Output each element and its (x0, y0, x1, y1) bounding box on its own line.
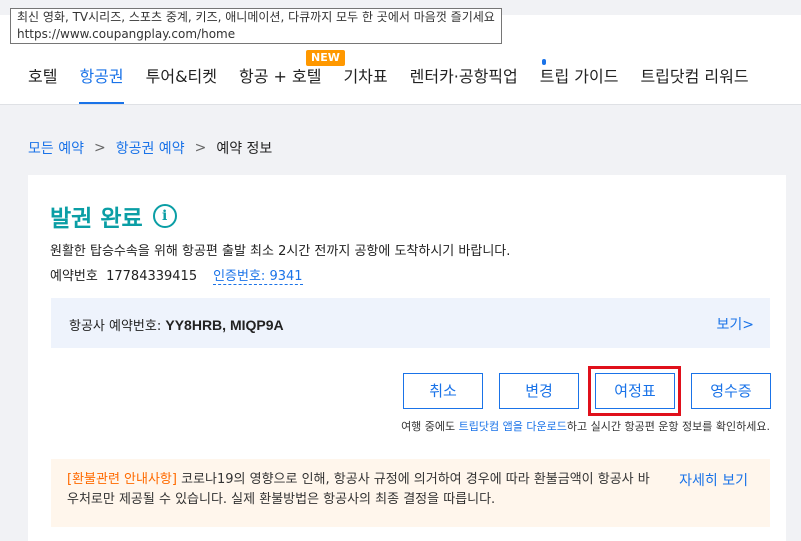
info-icon[interactable]: i (152, 204, 177, 228)
tooltip-description: 최신 영화, TV시리즈, 스포츠 중계, 키즈, 애니메이션, 다큐까지 모두… (17, 10, 495, 24)
nav-divider (0, 104, 801, 105)
booking-card: 발권 완료 i 원활한 탑승수속을 위해 항공편 출발 최소 2시간 전까지 공… (28, 175, 786, 541)
page: 최신 영화, TV시리즈, 스포츠 중계, 키즈, 애니메이션, 다큐까지 모두… (0, 0, 801, 541)
new-badge: NEW (306, 50, 345, 66)
highlight-box (588, 366, 681, 416)
airline-booking-codes: 항공사 예약번호: YY8HRB, MIQP9A (69, 317, 284, 334)
tooltip-url: https://www.coupangplay.com/home (17, 27, 236, 41)
refund-notice-tag: [환불관련 안내사항] (67, 472, 177, 487)
link-tooltip: 최신 영화, TV시리즈, 스포츠 중계, 키즈, 애니메이션, 다큐까지 모두… (10, 8, 502, 44)
nav-item-car-rental[interactable]: 렌터카·공항픽업 (399, 64, 529, 104)
see-more-link[interactable]: 자세히 보기 (679, 470, 748, 490)
nav-item-flights[interactable]: 항공권 (68, 64, 134, 104)
nav-item-hotel[interactable]: 호텔 (28, 64, 68, 104)
cancel-button[interactable]: 취소 (403, 373, 483, 409)
nav-item-flight-hotel[interactable]: 항공 + 호텔 (228, 64, 332, 104)
view-link[interactable]: 보기> (717, 314, 755, 334)
app-download-link[interactable]: 트립닷컴 앱을 다운로드 (459, 420, 567, 433)
nav-item-tours-tickets[interactable]: 투어&티켓 (135, 64, 228, 104)
breadcrumb-flight-bookings[interactable]: 항공권 예약 (116, 138, 185, 158)
auth-code-link[interactable]: 인증번호: 9341 (213, 265, 303, 285)
nav-item-trains[interactable]: 기차표 (332, 64, 398, 104)
nav-item-rewards[interactable]: 트립닷컴 리워드 (629, 64, 759, 104)
reservation-info: 예약번호 17784339415 인증번호: 9341 (50, 265, 303, 285)
nav-item-trip-guide[interactable]: 트립 가이드 (529, 64, 630, 104)
chevron-right-icon: > (742, 317, 754, 333)
booking-status-title: 발권 완료 i (50, 199, 177, 233)
departure-notice: 원활한 탑승수속을 위해 항공편 출발 최소 2시간 전까지 공항에 도착하시기… (50, 244, 511, 259)
change-button[interactable]: 변경 (499, 373, 579, 409)
airline-booking-box: 항공사 예약번호: YY8HRB, MIQP9A 보기> (51, 298, 770, 348)
refund-notice-text: [환불관련 안내사항] 코로나19의 영향으로 인해, 항공사 규정에 의거하여… (67, 472, 650, 507)
app-download-hint: 여행 중에도 트립닷컴 앱을 다운로드하고 실시간 항공편 운항 정보를 확인하… (401, 420, 770, 433)
breadcrumb-current: 예약 정보 (216, 141, 273, 157)
reservation-number: 예약번호 17784339415 (50, 269, 198, 284)
chevron-right-icon: > (194, 140, 207, 156)
breadcrumb: 모든 예약 > 항공권 예약 > 예약 정보 (28, 138, 272, 158)
page-title: 발권 완료 (50, 206, 143, 232)
main-nav: 호텔 항공권 투어&티켓 항공 + 호텔 기차표 렌터카·공항픽업 트립 가이드… (28, 64, 760, 104)
breadcrumb-all-bookings[interactable]: 모든 예약 (28, 138, 84, 158)
refund-notice-box: [환불관련 안내사항] 코로나19의 영향으로 인해, 항공사 규정에 의거하여… (51, 459, 770, 527)
chevron-right-icon: > (93, 140, 106, 156)
receipt-button[interactable]: 영수증 (691, 373, 771, 409)
